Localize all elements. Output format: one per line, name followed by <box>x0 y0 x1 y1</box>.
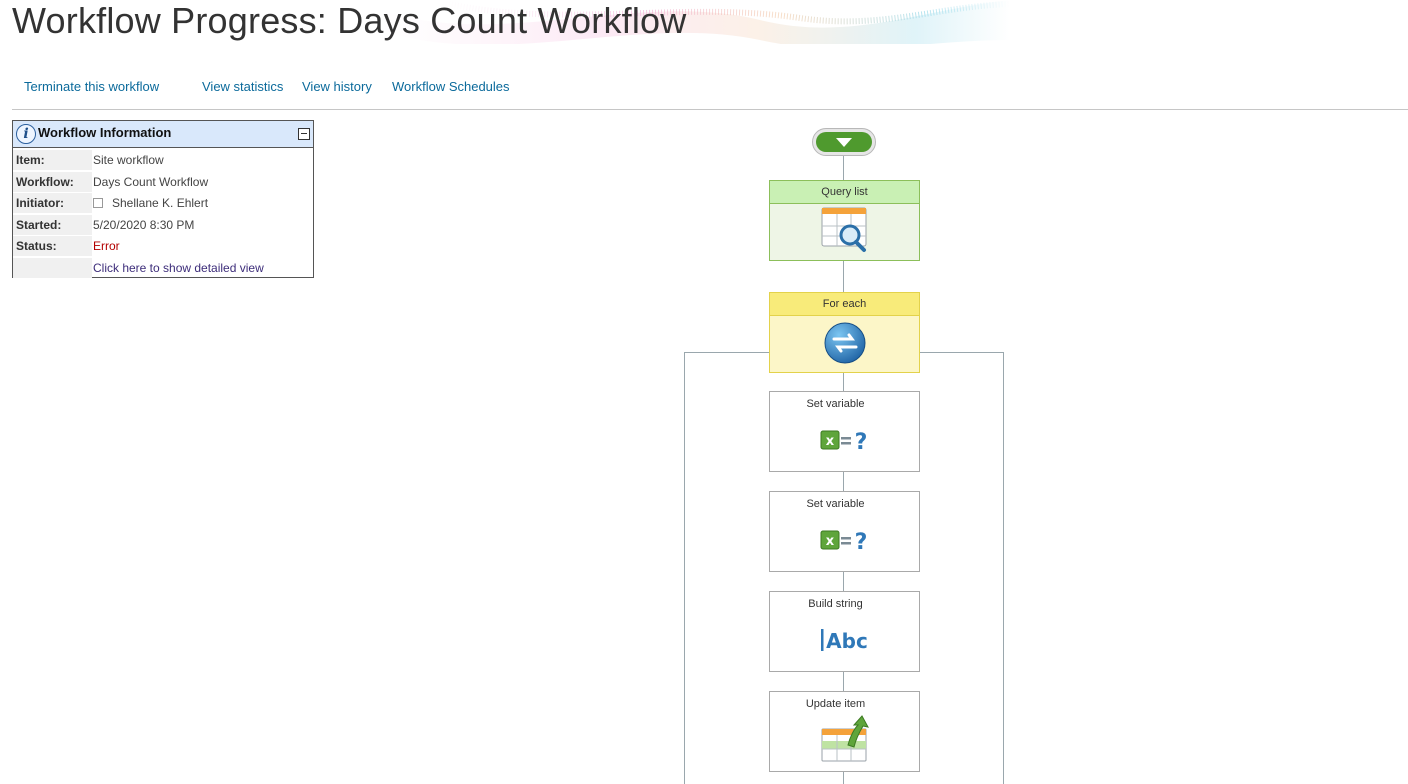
action-set-variable[interactable]: Set variable x ? <box>769 491 920 572</box>
chevron-down-icon <box>816 132 872 152</box>
svg-text:x: x <box>825 534 834 549</box>
action-label: Set variable <box>806 498 865 510</box>
action-header: For each <box>770 293 919 316</box>
page-title: Workflow Progress: Days Count Workflow <box>12 0 687 41</box>
workflow-info-title: Workflow Information <box>38 125 172 140</box>
update-item-icon <box>821 715 869 762</box>
action-label: For each <box>822 298 867 310</box>
action-header: Query list <box>770 181 919 204</box>
workflow-start-button[interactable] <box>812 128 876 156</box>
connector <box>843 770 844 784</box>
loop-border <box>918 352 1003 353</box>
connector <box>843 570 844 591</box>
workflow-schedules-link[interactable]: Workflow Schedules <box>392 79 510 94</box>
set-variable-icon: x ? <box>820 530 867 553</box>
info-label: Started: <box>13 214 92 235</box>
workflow-diagram: Query list For each Set variable x ? Set… <box>0 0 1408 784</box>
action-for-each[interactable]: For each <box>769 292 920 373</box>
svg-text:Abc: Abc <box>826 629 868 653</box>
loop-border <box>1003 352 1004 784</box>
action-query-list[interactable]: Query list <box>769 180 920 261</box>
view-history-link[interactable]: View history <box>302 79 372 94</box>
info-row-started: Started: 5/20/2020 8:30 PM <box>13 214 313 237</box>
action-label: Query list <box>821 186 868 198</box>
info-row-status: Status: Error <box>13 236 313 258</box>
loop-border <box>684 352 769 353</box>
view-statistics-link[interactable]: View statistics <box>202 79 283 94</box>
info-value: Days Count Workflow <box>93 174 209 189</box>
show-detailed-view-link[interactable]: Click here to show detailed view <box>93 258 264 278</box>
presence-icon <box>93 198 103 208</box>
connector <box>843 154 844 180</box>
info-label: Status: <box>13 236 92 256</box>
info-row-detail: Click here to show detailed view <box>13 257 313 280</box>
workflow-info-header: i Workflow Information <box>13 121 313 148</box>
workflow-progress-page: Workflow Progress: Days Count Workflow T… <box>0 0 1408 784</box>
info-icon: i <box>16 124 36 144</box>
header-divider <box>12 109 1408 110</box>
info-row-workflow: Workflow: Days Count Workflow <box>13 171 313 194</box>
info-row-initiator: Initiator: Shellane K. Ehlert <box>13 193 313 215</box>
action-label: Build string <box>808 598 863 610</box>
loop-border <box>684 352 685 784</box>
action-label: Set variable <box>806 398 865 410</box>
for-each-icon <box>824 322 865 364</box>
query-list-icon <box>821 207 866 252</box>
info-value: Site workflow <box>93 153 164 167</box>
set-variable-icon: x ? <box>820 430 867 453</box>
status-value: Error <box>93 239 120 253</box>
info-label: Item: <box>13 150 92 170</box>
connector <box>843 670 844 691</box>
connector <box>843 371 844 391</box>
info-value: 5/20/2020 8:30 PM <box>93 217 195 232</box>
connector <box>843 259 844 292</box>
connector <box>843 470 844 491</box>
build-string-icon: Abc <box>820 629 868 653</box>
action-set-variable[interactable]: Set variable x ? <box>769 391 920 472</box>
action-build-string[interactable]: Build string Abc <box>769 591 920 672</box>
info-row-item: Item: Site workflow <box>13 150 313 172</box>
action-update-item[interactable]: Update item <box>769 691 920 772</box>
svg-text:?: ? <box>854 430 867 453</box>
svg-text:x: x <box>825 434 834 449</box>
info-value: Shellane K. Ehlert <box>93 193 208 213</box>
terminate-workflow-link[interactable]: Terminate this workflow <box>24 79 159 94</box>
initiator-name[interactable]: Shellane K. Ehlert <box>112 196 208 210</box>
collapse-icon[interactable] <box>298 128 310 140</box>
svg-text:?: ? <box>854 530 867 553</box>
info-label <box>13 257 92 278</box>
action-label: Update item <box>805 698 866 710</box>
info-label: Initiator: <box>13 193 92 213</box>
info-label: Workflow: <box>13 171 92 192</box>
workflow-info-panel: i Workflow Information Item: Site workfl… <box>12 120 314 278</box>
